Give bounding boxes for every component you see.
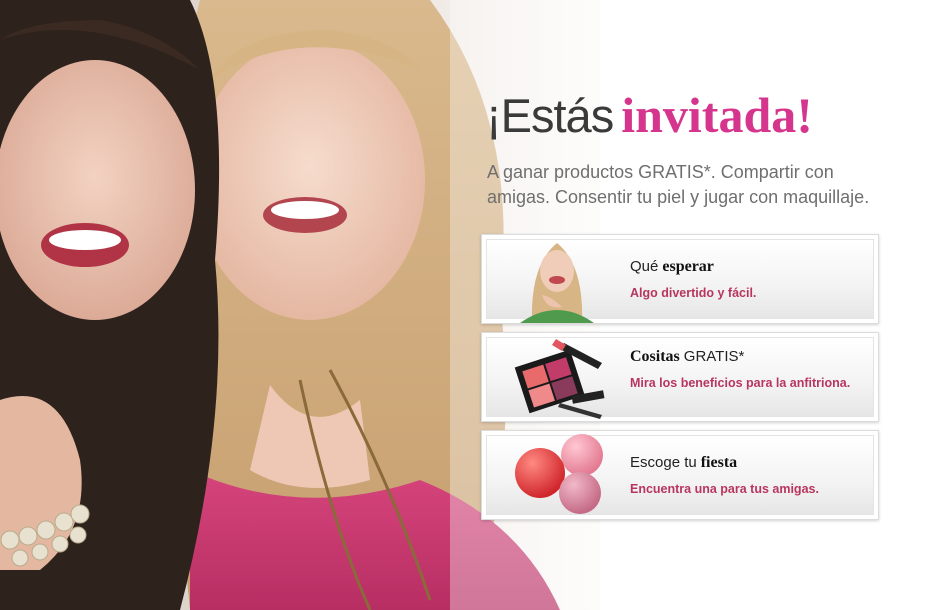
- title-accent: invitada!: [621, 87, 813, 143]
- card-link[interactable]: Algo divertido y fácil.: [630, 286, 862, 301]
- card-title-light: GRATIS*: [683, 348, 745, 365]
- invitation-banner: ¡Estás invitada! A ganar productos GRATIS…: [0, 0, 945, 610]
- nail-polish-dots-icon: [515, 434, 603, 514]
- card-title-bold: Cositas: [630, 348, 680, 365]
- card-title: Cositas GRATIS*: [630, 347, 862, 367]
- woman-portrait-icon: [520, 243, 594, 323]
- card-title: Escoge tu fiesta: [630, 453, 862, 473]
- card-what-to-expect[interactable]: Qué esperar Algo divertido y fácil.: [481, 234, 879, 324]
- card-choose-party[interactable]: Escoge tu fiesta Encuentra una para tus …: [481, 430, 879, 520]
- card-free-gifts[interactable]: Cositas GRATIS* Mira los beneficios para…: [481, 332, 879, 422]
- feature-cards: Qué esperar Algo divertido y fácil. Cosi…: [481, 234, 879, 528]
- card-link[interactable]: Mira los beneficios para la anfitriona.: [630, 376, 862, 391]
- card-title-bold: fiesta: [700, 454, 738, 471]
- makeup-palette-icon: [514, 339, 605, 419]
- card-title-light: Escoge tu: [630, 454, 697, 471]
- page-title: ¡Estás invitada!: [486, 86, 813, 144]
- card-text: Cositas GRATIS* Mira los beneficios para…: [630, 347, 862, 391]
- subtitle: A ganar productos GRATIS*. Compartir con…: [487, 162, 870, 207]
- card-title: Qué esperar: [630, 257, 862, 277]
- title-prefix: ¡Estás: [486, 89, 614, 142]
- card-text: Escoge tu fiesta Encuentra una para tus …: [630, 453, 862, 497]
- card-title-bold: esperar: [662, 258, 714, 275]
- card-title-light: Qué: [630, 258, 659, 275]
- card-link[interactable]: Encuentra una para tus amigas.: [630, 482, 862, 497]
- card-text: Qué esperar Algo divertido y fácil.: [630, 257, 862, 301]
